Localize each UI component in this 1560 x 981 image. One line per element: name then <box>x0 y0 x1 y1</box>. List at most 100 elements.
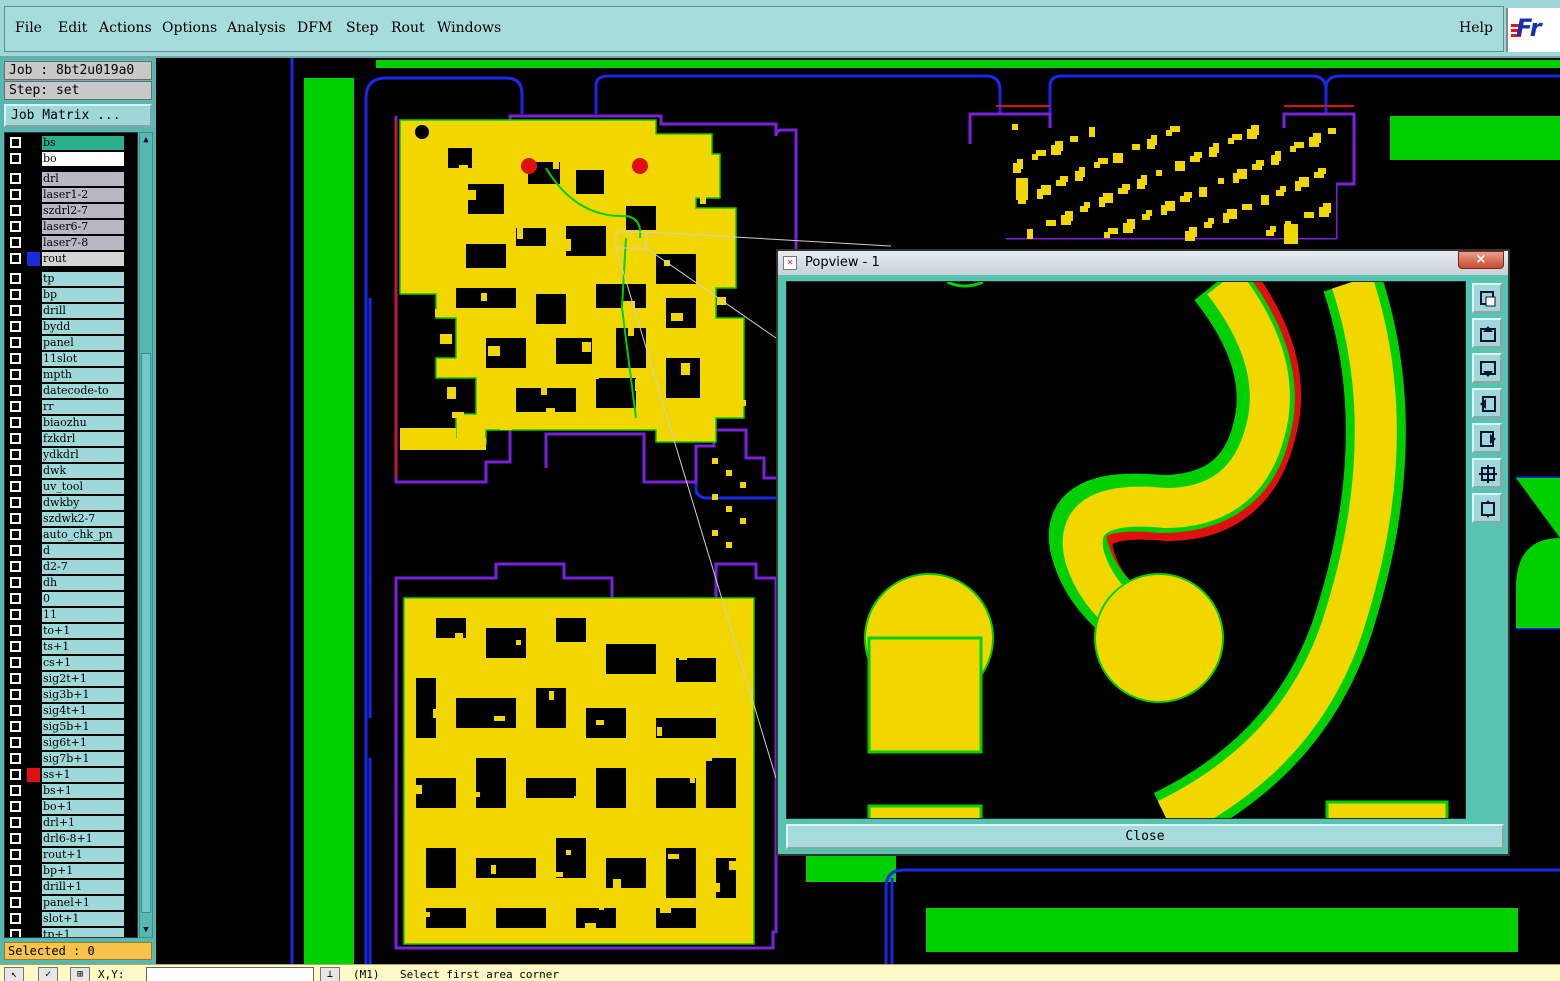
layer-checkbox[interactable] <box>10 865 21 876</box>
layer-row[interactable]: laser1-2 <box>5 187 137 203</box>
snap-tool-icon[interactable]: ⊥ <box>320 967 340 981</box>
layer-color-swatch[interactable] <box>27 188 40 202</box>
layer-row[interactable]: dwkby <box>5 495 137 511</box>
popview-close-button[interactable]: Close <box>786 824 1504 849</box>
layer-name[interactable]: ss+1 <box>42 768 124 782</box>
layer-checkbox[interactable] <box>10 137 21 148</box>
layer-row[interactable]: bo <box>5 151 137 167</box>
check-tool-icon[interactable]: ✓ <box>38 967 58 981</box>
job-matrix-button[interactable]: Job Matrix ... <box>4 104 152 127</box>
layer-color-swatch[interactable] <box>27 136 40 150</box>
layer-color-swatch[interactable] <box>27 800 40 814</box>
layer-checkbox[interactable] <box>10 657 21 668</box>
layer-row[interactable]: bo+1 <box>5 799 137 815</box>
layer-checkbox[interactable] <box>10 881 21 892</box>
layer-row[interactable]: ydkdrl <box>5 447 137 463</box>
layer-checkbox[interactable] <box>10 401 21 412</box>
layer-color-swatch[interactable] <box>27 560 40 574</box>
layer-color-swatch[interactable] <box>27 816 40 830</box>
layer-row[interactable]: dwk <box>5 463 137 479</box>
layer-color-swatch[interactable] <box>27 288 40 302</box>
layer-row[interactable]: drill+1 <box>5 879 137 895</box>
layer-color-swatch[interactable] <box>27 352 40 366</box>
menu-rout[interactable]: Rout <box>391 20 425 36</box>
layer-color-swatch[interactable] <box>27 656 40 670</box>
layer-name[interactable]: dwkby <box>42 496 124 510</box>
layer-color-swatch[interactable] <box>27 880 40 894</box>
menu-edit[interactable]: Edit <box>58 20 87 36</box>
layer-color-swatch[interactable] <box>27 592 40 606</box>
layer-name[interactable]: dh <box>42 576 124 590</box>
layer-name[interactable]: ydkdrl <box>42 448 124 462</box>
layer-name[interactable]: slot+1 <box>42 912 124 926</box>
layer-color-swatch[interactable] <box>27 688 40 702</box>
layer-checkbox[interactable] <box>10 465 21 476</box>
layer-checkbox[interactable] <box>10 913 21 924</box>
layer-checkbox[interactable] <box>10 321 21 332</box>
layer-row[interactable]: bs <box>5 135 137 151</box>
layer-name[interactable]: szdwk2-7 <box>42 512 124 526</box>
layer-name[interactable]: datecode-to <box>42 384 124 398</box>
layer-row[interactable]: bp+1 <box>5 863 137 879</box>
zoom-in-icon[interactable] <box>1472 318 1502 348</box>
layer-checkbox[interactable] <box>10 337 21 348</box>
window-close-icon[interactable]: × <box>1458 251 1504 269</box>
layer-row[interactable]: bs+1 <box>5 783 137 799</box>
layer-row[interactable]: bydd <box>5 319 137 335</box>
layer-row[interactable]: sig5b+1 <box>5 719 137 735</box>
layer-row[interactable]: drill <box>5 303 137 319</box>
layer-row[interactable]: d <box>5 543 137 559</box>
layer-checkbox[interactable] <box>10 529 21 540</box>
layer-row[interactable]: sig6t+1 <box>5 735 137 751</box>
layer-checkbox[interactable] <box>10 769 21 780</box>
layer-name[interactable]: sig5b+1 <box>42 720 124 734</box>
layer-checkbox[interactable] <box>10 929 21 937</box>
layer-name[interactable]: laser1-2 <box>42 188 124 202</box>
layer-row[interactable]: szdwk2-7 <box>5 511 137 527</box>
layer-color-swatch[interactable] <box>27 512 40 526</box>
layer-checkbox[interactable] <box>10 273 21 284</box>
layer-checkbox[interactable] <box>10 289 21 300</box>
layer-color-swatch[interactable] <box>27 480 40 494</box>
layer-row[interactable]: drl6-8+1 <box>5 831 137 847</box>
layer-checkbox[interactable] <box>10 689 21 700</box>
layer-name[interactable]: rout <box>42 252 124 266</box>
layer-name[interactable]: bo+1 <box>42 800 124 814</box>
layer-name[interactable]: bydd <box>42 320 124 334</box>
menu-file[interactable]: File <box>15 20 42 36</box>
layer-name[interactable]: panel <box>42 336 124 350</box>
layer-name[interactable]: 11slot <box>42 352 124 366</box>
layer-checkbox[interactable] <box>10 305 21 316</box>
layer-checkbox[interactable] <box>10 237 21 248</box>
layer-row[interactable]: datecode-to <box>5 383 137 399</box>
layer-color-swatch[interactable] <box>27 368 40 382</box>
layer-checkbox[interactable] <box>10 221 21 232</box>
layer-name[interactable]: drl <box>42 172 124 186</box>
layer-row[interactable]: sig3b+1 <box>5 687 137 703</box>
layer-name[interactable]: sig7b+1 <box>42 752 124 766</box>
menu-options[interactable]: Options <box>162 20 217 36</box>
layer-checkbox[interactable] <box>10 577 21 588</box>
layer-color-swatch[interactable] <box>27 544 40 558</box>
layer-checkbox[interactable] <box>10 205 21 216</box>
layer-name[interactable]: sig6t+1 <box>42 736 124 750</box>
layer-color-swatch[interactable] <box>27 448 40 462</box>
layer-color-swatch[interactable] <box>27 768 40 782</box>
layer-row[interactable]: tp <box>5 271 137 287</box>
layer-checkbox[interactable] <box>10 817 21 828</box>
layer-name[interactable]: auto_chk_pn <box>42 528 124 542</box>
layer-color-swatch[interactable] <box>27 272 40 286</box>
layer-checkbox[interactable] <box>10 705 21 716</box>
layer-color-swatch[interactable] <box>27 528 40 542</box>
layer-name[interactable]: drill <box>42 304 124 318</box>
layer-name[interactable]: dwk <box>42 464 124 478</box>
layer-checkbox[interactable] <box>10 833 21 844</box>
layer-row[interactable]: rout+1 <box>5 847 137 863</box>
layer-color-swatch[interactable] <box>27 220 40 234</box>
layer-checkbox[interactable] <box>10 849 21 860</box>
layer-row[interactable]: drl <box>5 171 137 187</box>
layer-name[interactable]: d <box>42 544 124 558</box>
layer-checkbox[interactable] <box>10 253 21 264</box>
layer-checkbox[interactable] <box>10 673 21 684</box>
layer-name[interactable]: laser7-8 <box>42 236 124 250</box>
